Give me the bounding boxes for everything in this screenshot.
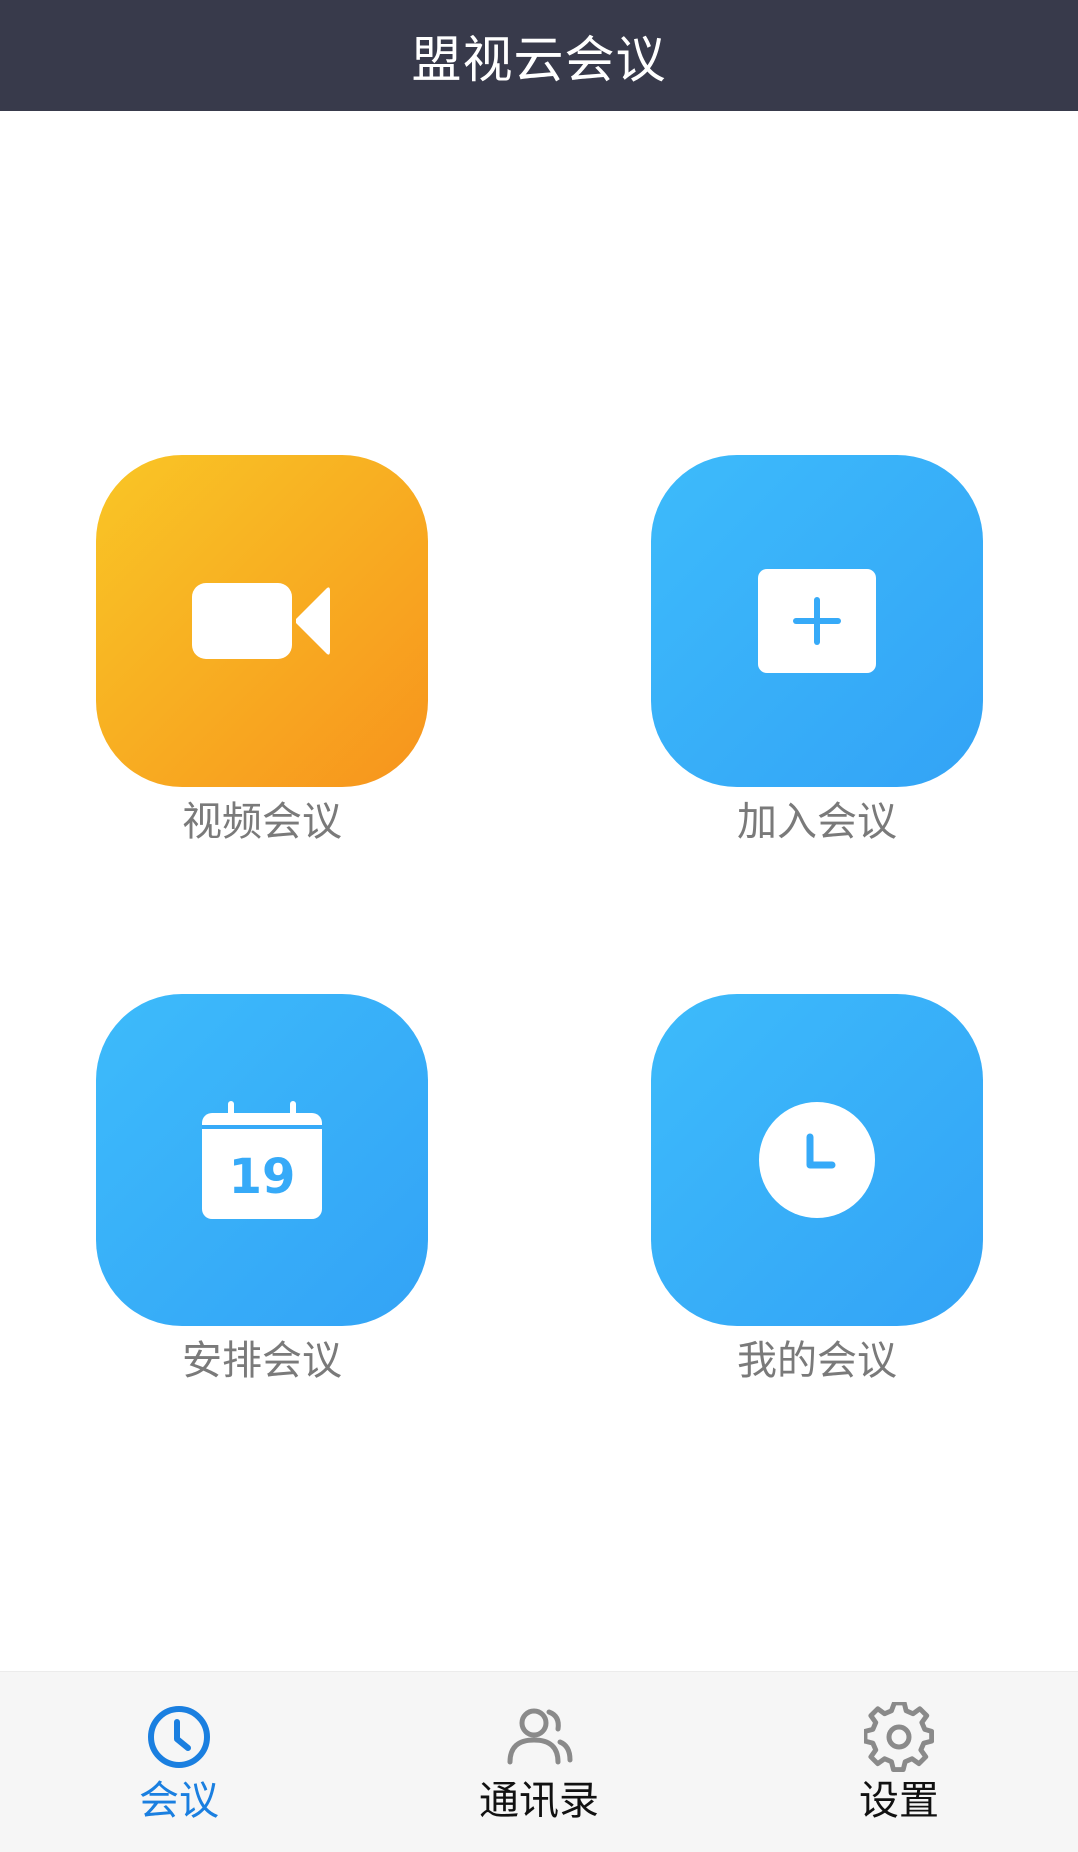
- join-meeting-button[interactable]: [651, 455, 983, 787]
- tile-my-meetings[interactable]: 我的会议: [651, 994, 983, 1388]
- tab-settings[interactable]: 设置: [799, 1672, 999, 1852]
- tab-contacts[interactable]: 通讯录: [439, 1672, 639, 1852]
- app-header: 盟视云会议: [0, 0, 1078, 111]
- add-square-icon: [758, 569, 876, 673]
- video-meeting-label: 视频会议: [182, 799, 342, 845]
- tab-meetings-label: 会议: [139, 1778, 219, 1824]
- gear-icon: [864, 1702, 934, 1772]
- my-meetings-label: 我的会议: [737, 1338, 897, 1384]
- tab-contacts-label: 通讯录: [479, 1778, 599, 1824]
- bottom-tab-bar: 会议 通讯录 设置: [0, 1671, 1078, 1852]
- tile-video-meeting[interactable]: 视频会议: [96, 455, 428, 849]
- clock-icon: [759, 1102, 875, 1218]
- schedule-meeting-button[interactable]: 19: [96, 994, 428, 1326]
- calendar-icon: 19: [202, 1101, 322, 1219]
- my-meetings-button[interactable]: [651, 994, 983, 1326]
- tab-meetings[interactable]: 会议: [79, 1672, 279, 1852]
- tile-join-meeting[interactable]: 加入会议: [651, 455, 983, 849]
- contacts-icon: [507, 1708, 573, 1765]
- tab-settings-label: 设置: [859, 1778, 939, 1824]
- clock-icon: [148, 1706, 210, 1768]
- schedule-meeting-label: 安排会议: [182, 1338, 342, 1384]
- video-meeting-button[interactable]: [96, 455, 428, 787]
- calendar-day-text: 19: [229, 1149, 296, 1205]
- video-camera-icon: [192, 583, 330, 659]
- tile-schedule-meeting[interactable]: 19 安排会议: [96, 994, 428, 1388]
- join-meeting-label: 加入会议: [737, 799, 897, 845]
- page-title: 盟视云会议: [411, 30, 667, 89]
